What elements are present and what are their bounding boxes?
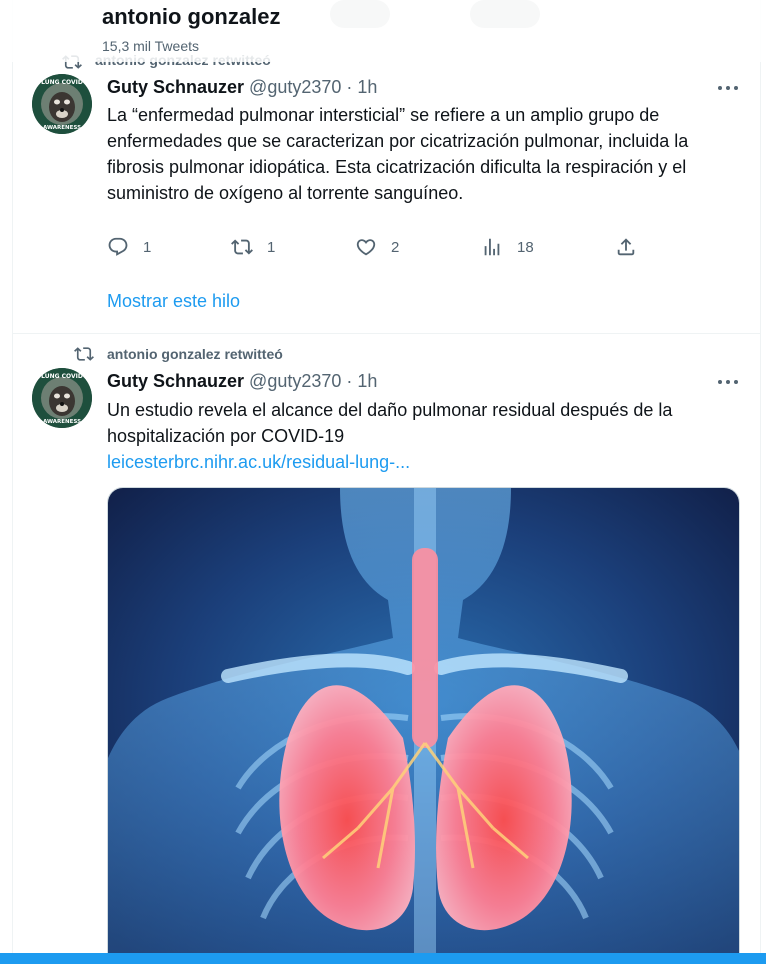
retweet-icon bbox=[74, 347, 94, 361]
display-name[interactable]: Guty Schnauzer bbox=[107, 77, 244, 97]
avatar-image: LUNG COVID AWARENESS bbox=[32, 74, 92, 134]
tweet-author: Guty Schnauzer @guty2370 · 1h bbox=[107, 77, 377, 98]
more-icon[interactable] bbox=[717, 379, 739, 385]
show-thread-link[interactable]: Mostrar este hilo bbox=[107, 291, 240, 312]
tweet-actions: 1 1 2 18 bbox=[107, 232, 667, 262]
avatar-text-top: LUNG COVID bbox=[41, 79, 83, 86]
tweet-media-image[interactable] bbox=[107, 487, 740, 964]
tweet-author: Guty Schnauzer @guty2370 · 1h bbox=[107, 371, 377, 392]
reply-button[interactable]: 1 bbox=[107, 232, 151, 262]
bottom-bar bbox=[0, 953, 766, 964]
views-button[interactable]: 18 bbox=[481, 232, 534, 262]
avatar-text-bottom: AWARENESS bbox=[43, 419, 81, 425]
header-ghost-shape bbox=[470, 0, 540, 28]
tweet-text: La “enfermedad pulmonar intersticial” se… bbox=[107, 105, 689, 203]
like-count: 2 bbox=[391, 238, 400, 256]
retweet-button[interactable]: 1 bbox=[231, 232, 275, 262]
avatar-text-bottom: AWARENESS bbox=[43, 125, 81, 131]
reply-icon bbox=[108, 237, 128, 256]
handle[interactable]: @guty2370 bbox=[249, 371, 341, 391]
tweet-link[interactable]: leicesterbrc.nihr.ac.uk/residual-lung-..… bbox=[107, 449, 747, 475]
views-count: 18 bbox=[517, 238, 534, 256]
avatar-text-top: LUNG COVID bbox=[41, 373, 83, 380]
timestamp[interactable]: · 1h bbox=[346, 371, 377, 391]
timestamp[interactable]: · 1h bbox=[346, 77, 377, 97]
heart-icon bbox=[356, 239, 376, 256]
profile-name: antonio gonzalez bbox=[102, 4, 281, 29]
display-name[interactable]: Guty Schnauzer bbox=[107, 371, 244, 391]
avatar[interactable]: LUNG COVID AWARENESS bbox=[32, 74, 92, 134]
profile-header: antonio gonzalez 15,3 mil Tweets bbox=[0, 0, 766, 62]
avatar-image: LUNG COVID AWARENESS bbox=[32, 368, 92, 428]
lungs-xray-illustration bbox=[108, 488, 739, 963]
tweet-count: 15,3 mil Tweets bbox=[102, 38, 200, 54]
tweet-text: Un estudio revela el alcance del daño pu… bbox=[107, 400, 673, 446]
reply-count: 1 bbox=[143, 238, 152, 256]
more-icon[interactable] bbox=[717, 85, 739, 91]
views-icon bbox=[484, 238, 500, 256]
like-button[interactable]: 2 bbox=[355, 232, 399, 262]
share-button[interactable] bbox=[615, 232, 637, 262]
avatar[interactable]: LUNG COVID AWARENESS bbox=[32, 368, 92, 428]
tweet-divider bbox=[12, 333, 761, 334]
handle[interactable]: @guty2370 bbox=[249, 77, 341, 97]
retweeted-by[interactable]: antonio gonzalez retwitteó bbox=[107, 346, 283, 362]
retweet-count: 1 bbox=[267, 238, 276, 256]
header-ghost-shape bbox=[330, 0, 390, 28]
retweet-icon bbox=[231, 239, 253, 255]
share-icon bbox=[617, 238, 635, 256]
